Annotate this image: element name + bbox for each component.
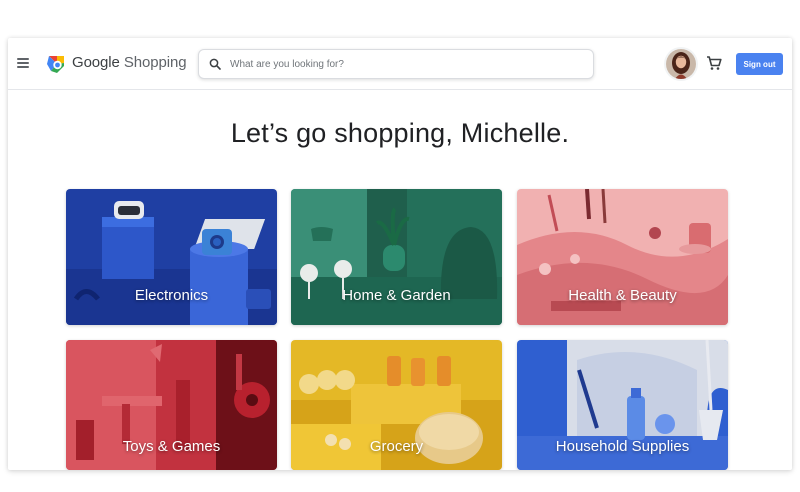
category-tile-toys-games[interactable]: Toys & Games (66, 340, 277, 470)
electronics-image (66, 189, 277, 325)
page-greeting: Let’s go shopping, Michelle. (230, 118, 570, 148)
sign-out-button[interactable]: Sign out (736, 53, 783, 75)
category-label: Home & Garden (342, 287, 451, 304)
category-label: Grocery (369, 438, 424, 455)
category-tile-household-supplies[interactable]: Household Supplies (517, 340, 728, 470)
category-tile-grocery[interactable]: Grocery (291, 340, 502, 470)
top-header: Google Shopping Sign out (8, 38, 792, 90)
category-tile-home-garden[interactable]: Home & Garden (291, 189, 502, 325)
health-beauty-image (517, 189, 728, 325)
home-garden-image (291, 189, 502, 325)
avatar[interactable] (666, 49, 696, 79)
category-tile-electronics[interactable]: Electronics (66, 189, 277, 325)
search-bar[interactable] (198, 49, 594, 79)
category-label: Health & Beauty (568, 287, 677, 304)
category-tile-health-beauty[interactable]: Health & Beauty (517, 189, 728, 325)
google-shopping-logo-icon[interactable] (45, 53, 67, 75)
search-icon[interactable] (209, 58, 221, 70)
cart-icon[interactable] (705, 54, 723, 72)
search-input[interactable] (230, 58, 570, 70)
logo-text[interactable]: Google Shopping (72, 54, 187, 71)
menu-icon[interactable] (17, 58, 29, 68)
browser-page: Google Shopping Sign out Let’s go sho (8, 38, 792, 470)
category-label: Household Supplies (555, 438, 690, 455)
category-label: Toys & Games (122, 438, 221, 455)
category-label: Electronics (134, 287, 209, 304)
